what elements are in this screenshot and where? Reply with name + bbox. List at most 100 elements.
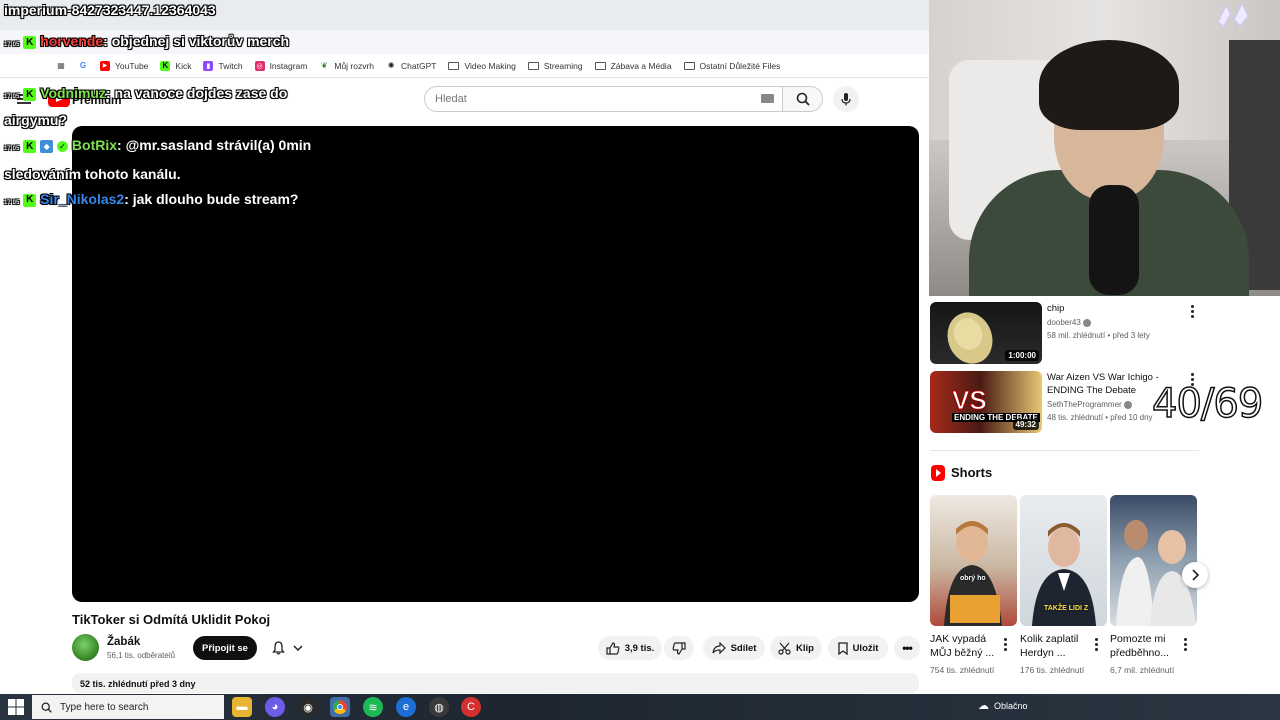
share-label: Sdílet	[730, 642, 757, 654]
chat-timestamp: 17:05	[4, 200, 20, 206]
bookmark-instagram[interactable]: ◎ Instagram	[249, 55, 314, 77]
bookmark-ostatni[interactable]: Ostatní Důležité Files	[678, 55, 787, 77]
sparkle-icon	[1217, 2, 1249, 27]
bookmark-video-making[interactable]: Video Making	[442, 55, 521, 77]
short-thumbnail[interactable]	[1110, 495, 1197, 626]
more-vertical-icon[interactable]	[1003, 638, 1007, 651]
chat-username: Sir_Nikolas2	[40, 191, 125, 207]
bell-icon	[271, 641, 285, 655]
join-button[interactable]: Připojit se	[193, 636, 257, 660]
weather-widget[interactable]: ☁ Oblačno	[978, 699, 1028, 712]
share-button[interactable]: Sdílet	[703, 636, 765, 660]
search-input[interactable]: Hledat	[424, 86, 783, 112]
like-count: 3,9 tis.	[624, 642, 655, 654]
voice-search-button[interactable]	[833, 86, 859, 112]
search-button[interactable]	[783, 86, 823, 112]
more-actions-button[interactable]: •••	[894, 636, 920, 660]
chrome-icon[interactable]	[330, 697, 350, 717]
bookmark-label: Kick	[175, 60, 192, 71]
recommendation-meta: 48 tis. zhlédnutí • před 10 dny	[1047, 413, 1153, 422]
scissors-icon	[778, 642, 791, 655]
chat-timestamp: 17:05	[4, 146, 20, 152]
windows-start-icon[interactable]	[8, 699, 24, 715]
video-duration: 1:00:00	[1005, 350, 1039, 361]
short-thumbnail[interactable]: TAKŽE LIDI Z	[1020, 495, 1107, 626]
taskbar-search-input[interactable]: Type here to search	[32, 695, 224, 719]
description-box[interactable]: 52 tis. zhlédnutí před 3 dny	[72, 673, 919, 693]
search-placeholder: Hledat	[435, 93, 467, 105]
short-title[interactable]: Kolik zaplatil Herdyn ...	[1020, 632, 1092, 660]
more-vertical-icon[interactable]	[1094, 638, 1098, 651]
file-explorer-icon[interactable]: ▬	[232, 697, 252, 717]
google-icon: G	[79, 61, 87, 70]
recommendation-thumbnail[interactable]: VS ENDING THE DEBATE 49:32	[930, 371, 1042, 433]
webcam-feed	[929, 0, 1280, 296]
chevron-right-icon	[1192, 569, 1199, 581]
recommendation-channel[interactable]: doober43	[1047, 317, 1092, 329]
cloud-icon: ☁	[978, 700, 989, 712]
recommendation-thumbnail[interactable]: 1:00:00	[930, 302, 1042, 364]
chat-message: 17:05 K ◆ ✓ BotRix: @mr.sasland strávil(…	[4, 133, 314, 187]
more-vertical-icon[interactable]	[1190, 305, 1194, 318]
folder-icon	[683, 61, 695, 70]
video-title: TikToker si Odmítá Uklidit Pokoj	[72, 612, 271, 627]
youtube-icon: ▶	[100, 60, 110, 71]
taskbar-search-placeholder: Type here to search	[60, 701, 149, 713]
dislike-button[interactable]	[664, 636, 694, 660]
recommendation-channel[interactable]: SethTheProgrammer	[1047, 399, 1132, 411]
keyboard-icon[interactable]	[761, 94, 774, 103]
discord-icon[interactable]: ◕	[265, 697, 285, 717]
spotify-icon[interactable]: ≋	[363, 697, 383, 717]
shorts-next-button[interactable]	[1182, 562, 1208, 588]
bookmark-kick[interactable]: K Kick	[154, 55, 197, 77]
short-thumbnail[interactable]: obrý ho	[930, 495, 1017, 626]
like-button[interactable]: 3,9 tis.	[598, 636, 662, 660]
bookmark-youtube[interactable]: ▶ YouTube	[94, 55, 154, 77]
google-bookmark[interactable]: G	[72, 55, 94, 77]
bot-badge-icon: ◆	[40, 139, 54, 153]
verified-badge-icon: ✓	[57, 140, 69, 152]
shorts-heading: Shorts	[951, 465, 993, 480]
chevron-down-icon	[292, 645, 303, 651]
app-icon[interactable]: ◍	[429, 697, 449, 717]
bookmark-streaming[interactable]: Streaming	[522, 55, 589, 77]
folder-icon	[448, 61, 460, 70]
twitch-icon: ▮	[203, 60, 214, 71]
apps-icon[interactable]: ▦	[50, 55, 72, 77]
bookmark-rozvrh[interactable]: ❦ Můj rozvrh	[313, 55, 380, 77]
more-horizontal-icon: •••	[902, 641, 913, 655]
bookmark-icon	[837, 641, 848, 655]
short-title[interactable]: JAK vypadá MŮJ běžný ...	[930, 632, 1002, 660]
subscription-bell-button[interactable]	[263, 636, 311, 660]
bookmark-label: YouTube	[115, 60, 149, 71]
capcut-icon[interactable]: C	[461, 697, 481, 717]
obs-icon[interactable]: ◉	[298, 697, 318, 717]
bookmark-zabava[interactable]: Zábava a Média	[589, 55, 678, 77]
recommendation-channel-name: SethTheProgrammer	[1047, 400, 1122, 409]
bookmark-label: ChatGPT	[401, 60, 437, 71]
chat-text: : jak dlouho bude stream?	[124, 191, 299, 207]
bookmark-twitch[interactable]: ▮ Twitch	[197, 55, 248, 77]
short-caption: TAKŽE LIDI Z	[1044, 605, 1089, 612]
short-title[interactable]: Pomozte mi předběhno...	[1110, 632, 1182, 660]
recommendation-title[interactable]: chip	[1047, 302, 1187, 315]
clip-button[interactable]: Klip	[770, 636, 822, 660]
chat-username: BotRix	[71, 137, 118, 153]
bookmark-chatgpt[interactable]: ✺ ChatGPT	[380, 55, 442, 77]
channel-avatar[interactable]	[72, 634, 99, 661]
chat-timestamp: 17:05	[4, 42, 20, 48]
bookmark-label: Streaming	[543, 60, 583, 71]
thumbs-down-icon	[672, 641, 686, 655]
chat-message: 17:05 K Sir_Nikolas2: jak dlouho bude st…	[4, 187, 304, 215]
edge-icon[interactable]: e	[396, 697, 416, 717]
save-button[interactable]: Uložit	[828, 636, 888, 660]
goal-counter: 40/69	[1151, 380, 1264, 428]
subscriber-count: 56,1 tis. odběratelů	[107, 651, 176, 660]
chatgpt-icon: ✺	[387, 61, 395, 70]
more-vertical-icon[interactable]	[1183, 638, 1187, 651]
instagram-icon: ◎	[254, 60, 265, 71]
short-views: 754 tis. zhlédnutí	[930, 665, 995, 675]
description-meta: 52 tis. zhlédnutí před 3 dny	[80, 679, 196, 689]
microphone-icon	[841, 93, 851, 106]
channel-name[interactable]: Žabák	[107, 636, 140, 648]
